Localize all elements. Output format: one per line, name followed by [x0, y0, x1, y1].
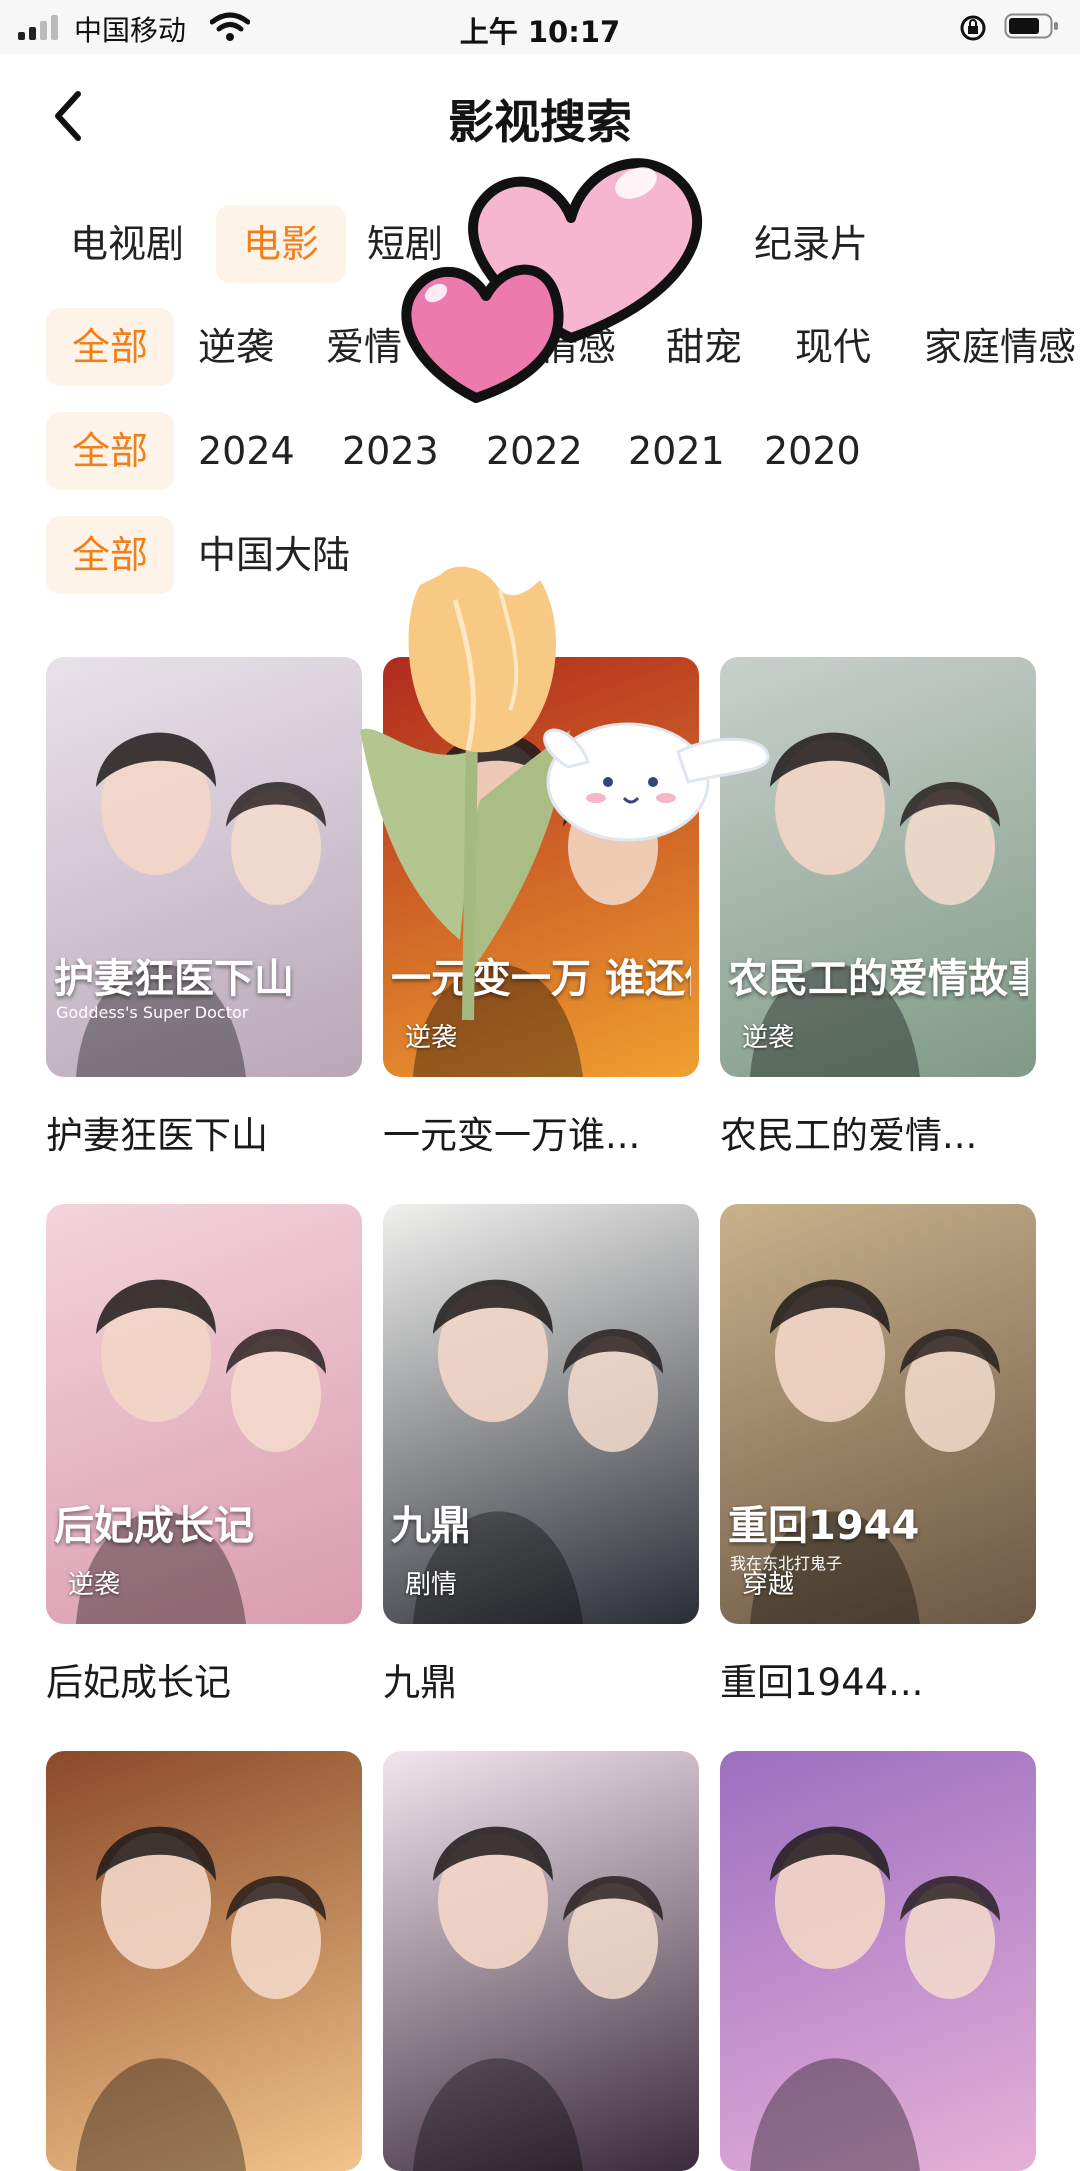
- poster-title-art: 九鼎: [391, 1504, 471, 1548]
- year-chip[interactable]: 2020: [764, 412, 861, 490]
- poster-image[interactable]: [46, 1751, 362, 2171]
- poster-image[interactable]: 护妻狂医下山 Goddess's Super Doctor: [46, 657, 362, 1077]
- genre-all-chip[interactable]: 全部: [46, 308, 174, 386]
- status-bar: 中国移动 上午 10:17: [0, 0, 1080, 54]
- card-title[interactable]: 一元变一万谁...: [383, 1105, 699, 1159]
- poster-figure: [413, 1826, 663, 2171]
- region-chip[interactable]: 中国大陆: [198, 516, 350, 594]
- genre-chip[interactable]: 逆袭: [198, 308, 274, 386]
- genre-tag: 穿越: [742, 1570, 795, 1600]
- type-tab-tv[interactable]: 电视剧: [70, 205, 184, 283]
- year-chip[interactable]: 2022: [486, 412, 583, 490]
- type-tab-movie[interactable]: 电影: [216, 205, 346, 283]
- card-title[interactable]: 农民工的爱情...: [720, 1105, 1036, 1159]
- poster-figure: [76, 1826, 326, 2171]
- year-all-chip[interactable]: 全部: [46, 412, 174, 490]
- hearts-sticker-icon: [401, 158, 702, 403]
- card-title[interactable]: 重回1944...: [720, 1652, 1036, 1706]
- year-chip[interactable]: 2021: [628, 412, 725, 490]
- poster-title-art: 农民工的爱情故事: [728, 957, 1028, 1001]
- genre-tag: 剧情: [405, 1570, 458, 1600]
- card-title[interactable]: 后妃成长记: [46, 1652, 362, 1706]
- genre-tag: 逆袭: [68, 1570, 121, 1600]
- cinnamoroll-sticker-icon: [543, 722, 770, 842]
- poster-image[interactable]: [720, 1751, 1036, 2171]
- poster-subtitle-art: Goddess's Super Doctor: [56, 1003, 249, 1022]
- genre-chip[interactable]: 爱情: [326, 308, 402, 386]
- card-title[interactable]: 护妻狂医下山: [46, 1105, 362, 1159]
- poster-title-art: 重回1944: [728, 1504, 920, 1548]
- genre-chip[interactable]: 家庭情感: [924, 308, 1076, 386]
- year-filter-row: 全部 2024 2023 2022 2021 2020: [0, 412, 1080, 490]
- poster-figure: [76, 1279, 326, 1624]
- poster-figure: [413, 1279, 663, 1624]
- battery-icon: [1004, 13, 1058, 39]
- poster-figure: [750, 1826, 1000, 2171]
- status-time: 上午 10:17: [459, 15, 621, 49]
- region-all-chip[interactable]: 全部: [46, 516, 174, 594]
- poster-title-art: 护妻狂医下山: [54, 957, 294, 1001]
- rotation-lock-icon: [960, 15, 986, 41]
- poster-image[interactable]: 重回1944 我在东北打鬼子 穿越: [720, 1204, 1036, 1624]
- year-chip[interactable]: 2024: [198, 412, 295, 490]
- poster-image[interactable]: 九鼎 剧情: [383, 1204, 699, 1624]
- type-tab-documentary[interactable]: 纪录片: [754, 205, 868, 283]
- year-chip[interactable]: 2023: [342, 412, 439, 490]
- poster-image[interactable]: 后妃成长记逆袭: [46, 1204, 362, 1624]
- poster-image[interactable]: [383, 1751, 699, 2171]
- poster-title-art: 后妃成长记: [54, 1504, 254, 1548]
- card-title[interactable]: 九鼎: [383, 1652, 699, 1706]
- genre-chip[interactable]: 现代: [795, 308, 871, 386]
- genre-tag: 逆袭: [742, 1023, 795, 1053]
